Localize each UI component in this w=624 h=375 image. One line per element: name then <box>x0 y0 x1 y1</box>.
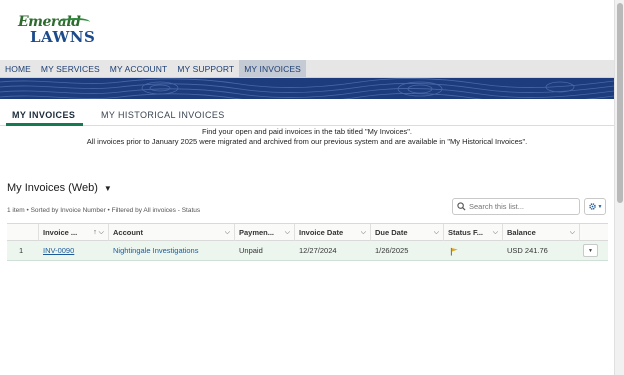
chevron-down-icon[interactable]: ⌵ <box>225 224 230 241</box>
table-row[interactable]: 1 INV-0090 Nightingale Investigations Un… <box>7 241 608 261</box>
row-actions-button[interactable]: ▼ <box>583 244 598 257</box>
status-flag-cell <box>444 241 459 261</box>
topographic-banner <box>0 78 614 99</box>
search-input[interactable] <box>469 202 573 211</box>
logo-word: LAWNS <box>30 28 96 46</box>
gear-icon <box>588 203 596 210</box>
chevron-down-icon[interactable]: ⌵ <box>361 224 366 241</box>
chevron-down-icon[interactable]: ⌵ <box>285 224 290 241</box>
column-header-payment[interactable]: Paymen... ⌵ <box>235 224 295 241</box>
row-number-header <box>7 224 39 241</box>
main-nav: HOME MY SERVICES MY ACCOUNT MY SUPPORT M… <box>0 60 614 78</box>
chevron-down-icon: ▼ <box>588 247 593 254</box>
page-scrollbar[interactable] <box>614 0 624 375</box>
column-header-invoice-date[interactable]: Invoice Date ⌵ <box>295 224 371 241</box>
column-header-invoice[interactable]: Invoice ... ↑ ⌵ <box>39 224 109 241</box>
flag-icon <box>450 247 458 256</box>
tab-my-historical-invoices[interactable]: MY HISTORICAL INVOICES <box>101 110 225 120</box>
invoices-table: Invoice ... ↑ ⌵ Account ⌵ Paymen... ⌵ In… <box>7 223 608 261</box>
search-box[interactable] <box>452 198 580 215</box>
site-header: Emerald LAWNS <box>0 0 614 60</box>
column-header-balance[interactable]: Balance ⌵ <box>503 224 580 241</box>
payment-status: Unpaid <box>239 246 263 255</box>
list-view-title[interactable]: My Invoices (Web) ▼ <box>7 182 112 194</box>
due-date: 1/26/2025 <box>375 246 409 255</box>
invoice-date: 12/27/2024 <box>299 246 337 255</box>
list-view-name: My Invoices (Web) <box>7 182 98 194</box>
chevron-down-icon[interactable]: ⌵ <box>493 224 498 241</box>
table-header: Invoice ... ↑ ⌵ Account ⌵ Paymen... ⌵ In… <box>7 223 608 241</box>
chevron-down-icon[interactable]: ⌵ <box>570 224 575 241</box>
list-view-dropdown-icon[interactable]: ▼ <box>104 184 112 193</box>
nav-home[interactable]: HOME <box>0 60 36 77</box>
chevron-down-icon[interactable]: ⌵ <box>434 224 439 241</box>
nav-my-services[interactable]: MY SERVICES <box>36 60 105 77</box>
nav-my-invoices[interactable]: MY INVOICES <box>239 60 306 77</box>
scrollbar-thumb[interactable] <box>617 3 623 203</box>
sort-ascending-icon[interactable]: ↑ ⌵ <box>93 224 104 241</box>
account-link[interactable]: Nightingale Investigations <box>109 241 198 261</box>
logo-swoosh <box>60 18 90 26</box>
tab-my-invoices[interactable]: MY INVOICES <box>12 110 75 120</box>
invoices-info: Find your open and paid invoices in the … <box>0 127 614 147</box>
info-line-2: All invoices prior to January 2025 were … <box>86 137 528 146</box>
list-meta: 1 item • Sorted by Invoice Number • Filt… <box>7 207 201 214</box>
chevron-down-icon: ▼ <box>597 203 603 210</box>
balance: USD 241.76 <box>507 246 548 255</box>
invoice-number-link[interactable]: INV-0090 <box>39 241 74 261</box>
column-header-status-flag[interactable]: Status F... ⌵ <box>444 224 503 241</box>
list-settings-button[interactable]: ▼ <box>584 198 606 215</box>
search-icon <box>453 199 469 214</box>
banner-pattern <box>0 78 614 99</box>
row-number: 1 <box>19 246 24 255</box>
emerald-lawns-logo[interactable]: Emerald LAWNS <box>14 12 96 48</box>
nav-my-account[interactable]: MY ACCOUNT <box>105 60 173 77</box>
info-line-1: Find your open and paid invoices in the … <box>201 127 413 136</box>
active-tab-indicator <box>6 123 83 126</box>
nav-my-support[interactable]: MY SUPPORT <box>172 60 239 77</box>
column-header-account[interactable]: Account ⌵ <box>109 224 235 241</box>
column-header-due-date[interactable]: Due Date ⌵ <box>371 224 444 241</box>
invoice-tabs: MY INVOICES MY HISTORICAL INVOICES <box>0 107 614 126</box>
